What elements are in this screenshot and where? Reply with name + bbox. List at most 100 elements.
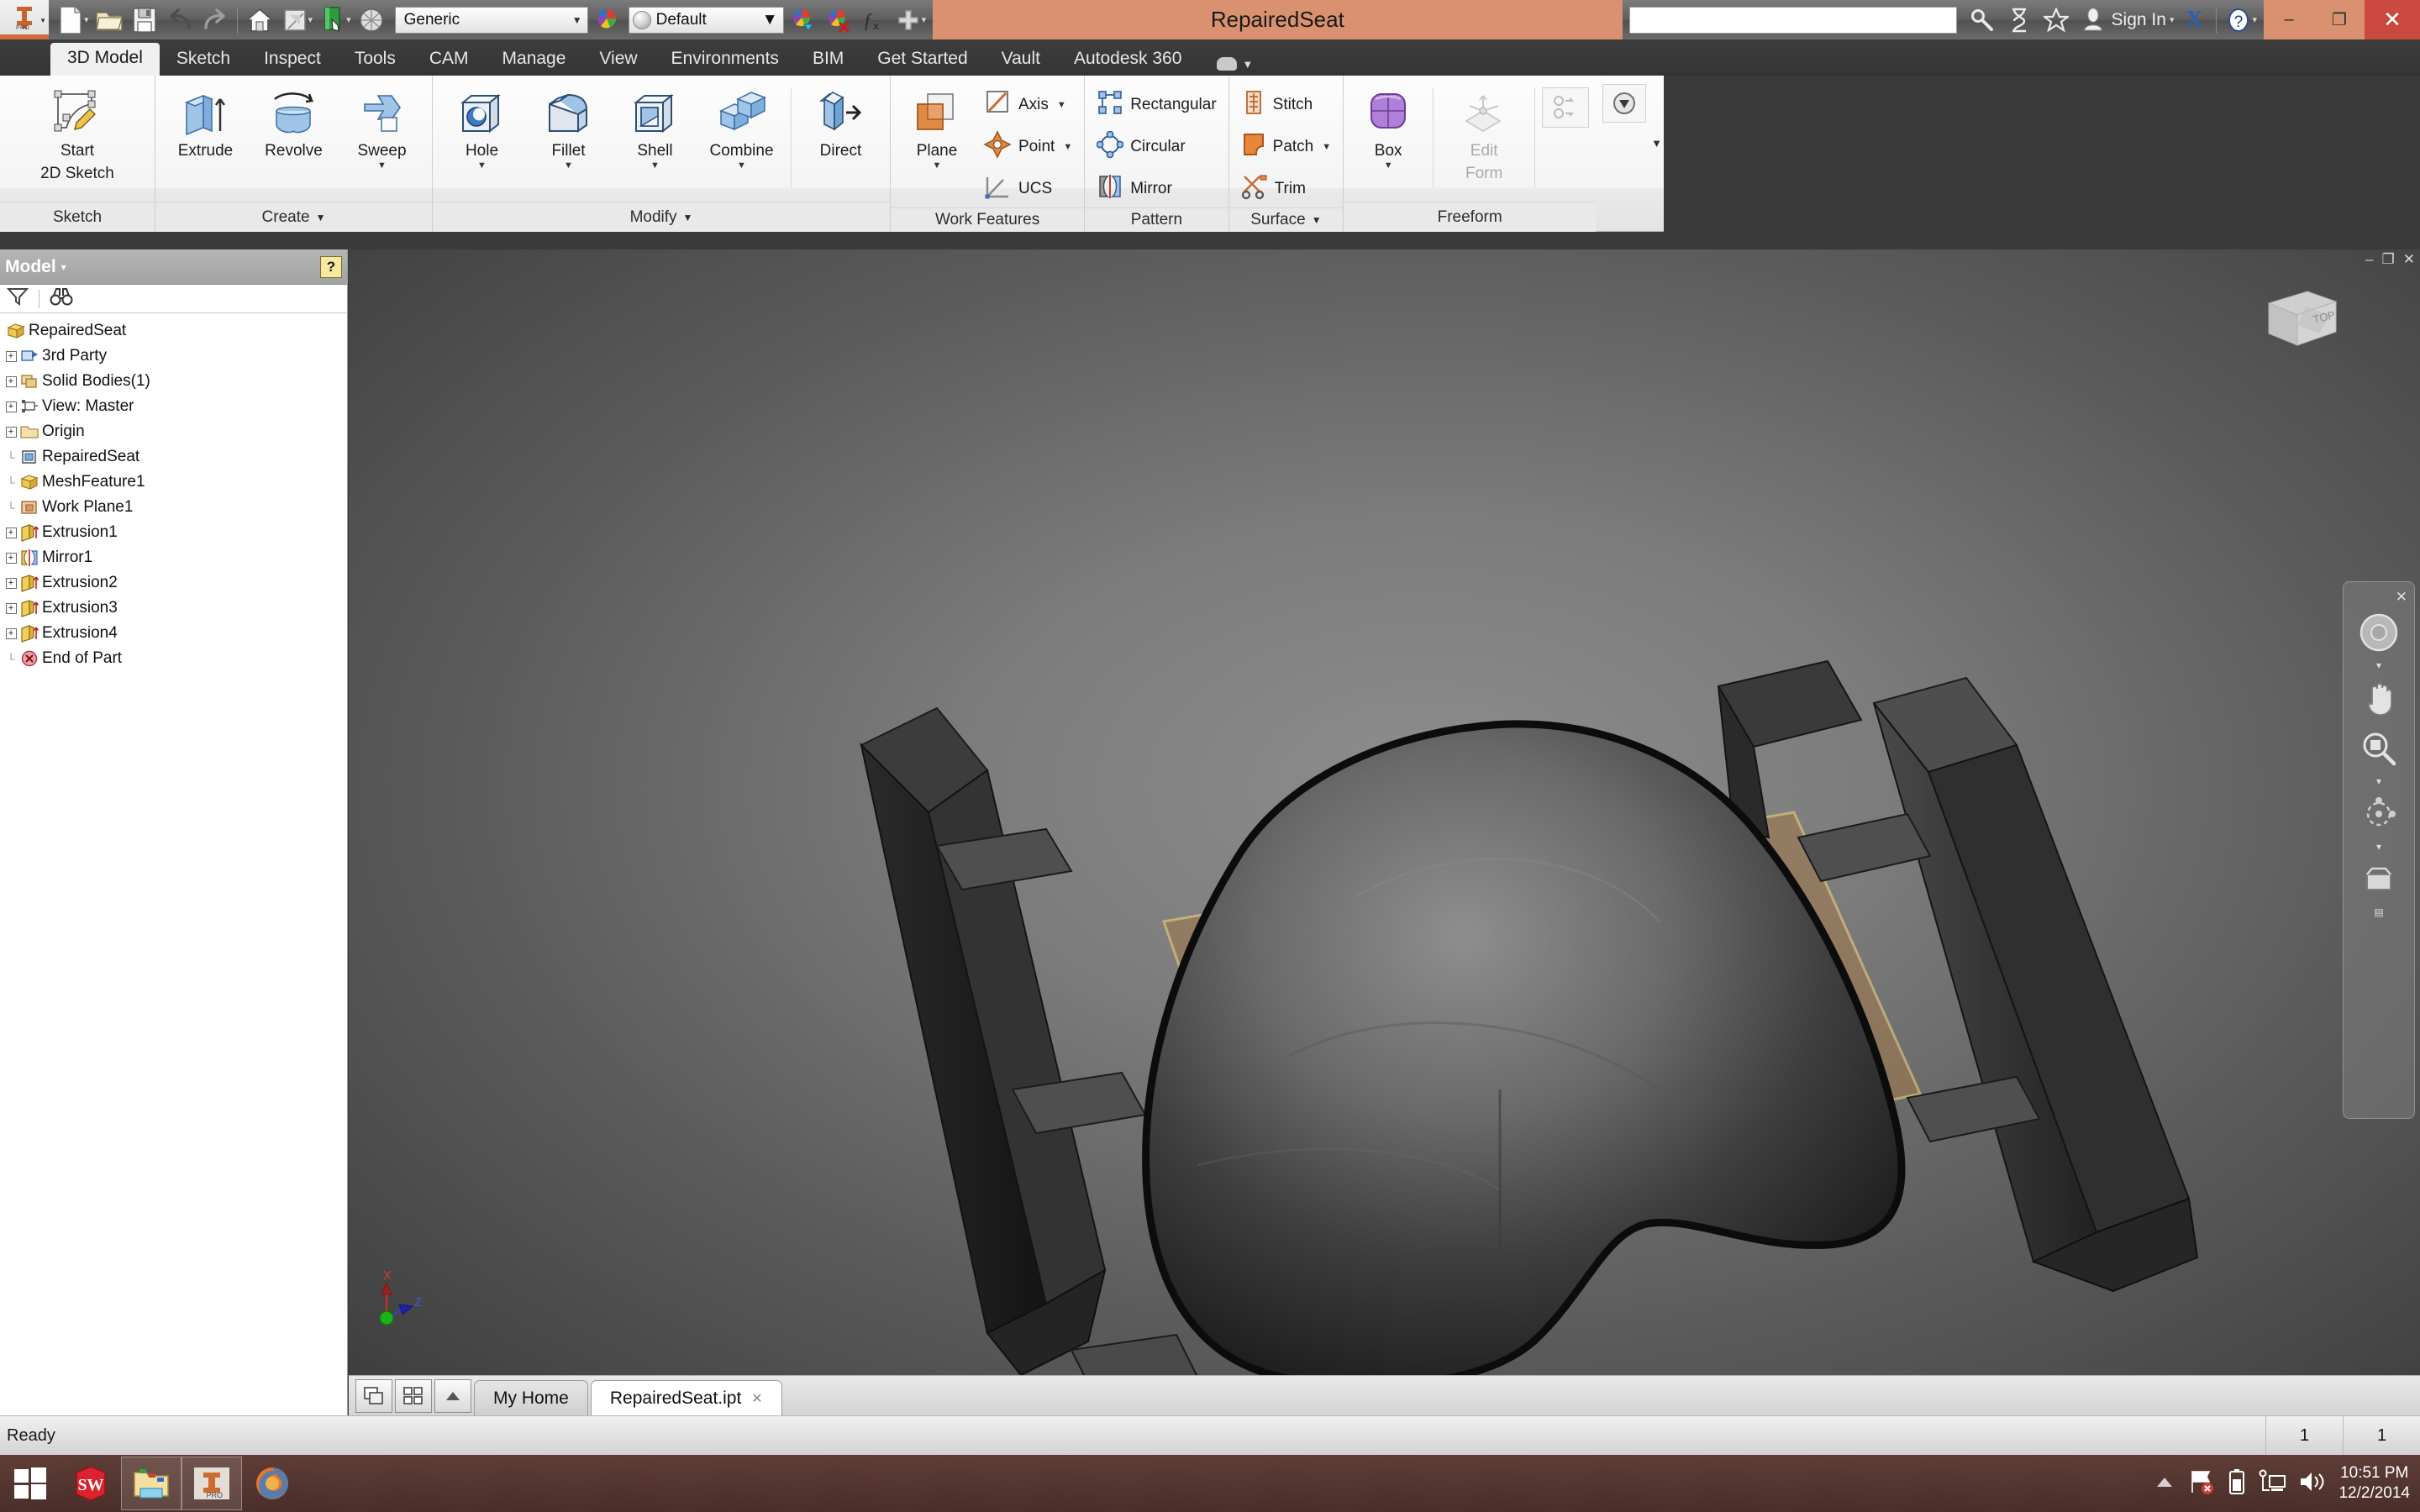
taskbar-clock[interactable]: 10:51 PM 12/2/2014 <box>2338 1463 2410 1504</box>
chevron-down-icon[interactable]: ▼ <box>933 160 942 171</box>
home-button[interactable] <box>243 3 276 37</box>
expand-toggle[interactable]: + <box>3 375 18 387</box>
chevron-down-icon[interactable]: ▼ <box>737 160 746 171</box>
ribbon-tab-vault[interactable]: Vault <box>985 44 1057 76</box>
browser-title-button[interactable]: Model ▾ <box>5 257 66 277</box>
ribbon-tab-autodesk-360[interactable]: Autodesk 360 <box>1057 44 1198 76</box>
expand-toggle[interactable]: + <box>3 627 18 639</box>
tree-item-extrusion1[interactable]: + Extrusion1 <box>3 520 347 545</box>
start-button[interactable] <box>0 1457 60 1510</box>
add-to-toolbar-button[interactable] <box>892 3 925 37</box>
start-2d-sketch-button[interactable]: Start 2D Sketch <box>7 81 148 183</box>
stitch-button[interactable]: Stitch <box>1236 86 1336 123</box>
ribbon-tab-3d-model[interactable]: 3D Model <box>50 43 160 76</box>
file-explorer-taskbar-button[interactable] <box>121 1457 182 1510</box>
undo-button[interactable] <box>163 3 197 37</box>
ribbon-tab-view[interactable]: View <box>582 44 654 76</box>
patch-button[interactable]: Patch ▼ <box>1236 128 1336 165</box>
parameters-button[interactable]: fx <box>856 3 890 37</box>
ribbon-cloud-status[interactable]: ▼ <box>1217 57 1253 76</box>
tree-item-origin[interactable]: + Origin <box>3 419 347 444</box>
edit-form-button[interactable]: Edit Form <box>1440 81 1528 183</box>
trim-button[interactable]: Trim <box>1236 170 1336 207</box>
convert-to-base-feature-button[interactable] <box>1542 87 1590 128</box>
sign-in-label[interactable]: Sign In <box>2112 10 2175 30</box>
ribbon-tab-get-started[interactable]: Get Started <box>860 44 984 76</box>
tree-item-work-plane1[interactable]: └ Work Plane1 <box>3 495 347 520</box>
chevron-down-icon[interactable]: ▼ <box>1057 100 1066 110</box>
tree-item-3rd-party[interactable]: +3rd Party <box>3 344 347 369</box>
direct-edit-button[interactable]: Direct <box>798 81 883 160</box>
ribbon-tab-inspect[interactable]: Inspect <box>247 44 338 76</box>
help-search-button[interactable] <box>2001 3 2038 37</box>
extrude-button[interactable]: Extrude <box>162 81 249 160</box>
sweep-button[interactable]: Sweep ▼ <box>339 81 425 171</box>
ribbon-tab-manage[interactable]: Manage <box>486 44 583 76</box>
help-question-icon[interactable]: ? <box>320 255 342 278</box>
hole-button[interactable]: Hole ▼ <box>439 81 524 171</box>
combine-button[interactable]: Combine ▼ <box>699 81 784 171</box>
ribbon-overflow-button[interactable] <box>1602 84 1647 123</box>
return-button[interactable] <box>278 3 312 37</box>
material-dropdown[interactable]: Generic ▼ <box>394 6 588 34</box>
chevron-down-icon[interactable]: ▼ <box>1384 160 1393 171</box>
tree-item-mirror1[interactable]: + Mirror1 <box>3 545 347 570</box>
chevron-down-icon[interactable]: ▼ <box>650 160 660 171</box>
tile-windows-button[interactable] <box>395 1379 432 1413</box>
chevron-down-icon[interactable]: ▼ <box>1242 58 1253 71</box>
network-button[interactable] <box>2258 1469 2286 1499</box>
ribbon-tab-cam[interactable]: CAM <box>413 44 486 76</box>
search-input[interactable] <box>1628 6 1957 34</box>
tree-item-repairedseat[interactable]: └ RepairedSeat <box>3 444 347 470</box>
ribbon-tab-tools[interactable]: Tools <box>338 44 413 76</box>
account-button[interactable] <box>2075 3 2112 37</box>
chevron-down-icon[interactable]: ▼ <box>477 160 487 171</box>
tree-item-view-master[interactable]: + View: Master <box>3 394 347 419</box>
freeform-box-button[interactable]: Box ▼ <box>1350 81 1426 171</box>
rectangular-pattern-button[interactable]: Rectangular <box>1092 86 1221 123</box>
expand-toggle[interactable]: + <box>3 401 18 412</box>
expand-toggle[interactable]: + <box>3 577 18 589</box>
ribbon-tab-environments[interactable]: Environments <box>655 44 796 76</box>
document-tab-repairedseat[interactable]: RepairedSeat.ipt ✕ <box>590 1380 782 1415</box>
tree-item-repairedseat[interactable]: RepairedSeat <box>3 318 347 344</box>
update-button[interactable] <box>316 3 350 37</box>
tree-item-extrusion4[interactable]: + Extrusion4 <box>3 621 347 646</box>
open-file-button[interactable] <box>92 3 126 37</box>
graphics-viewport[interactable]: – ❐ ✕ TOP ✕ ▾ ▾ ▾ ▤ X Z <box>349 249 2420 1415</box>
chevron-down-icon[interactable]: ▼ <box>1312 214 1322 226</box>
volume-button[interactable] <box>2298 1469 2327 1499</box>
solidworks-taskbar-button[interactable]: SW <box>60 1457 121 1510</box>
tree-item-extrusion3[interactable]: + Extrusion3 <box>3 596 347 621</box>
expand-toggle[interactable]: + <box>3 602 18 614</box>
show-hidden-icons-button[interactable] <box>2154 1473 2175 1495</box>
expand-toggle[interactable]: + <box>3 552 18 564</box>
favorites-button[interactable] <box>2038 3 2075 37</box>
work-point-button[interactable]: Point ▼ <box>978 128 1077 165</box>
expand-toggle[interactable]: + <box>3 350 18 362</box>
work-axis-button[interactable]: Axis ▼ <box>978 86 1077 123</box>
work-plane-button[interactable]: Plane ▼ <box>897 81 976 171</box>
battery-button[interactable] <box>2228 1467 2246 1500</box>
expand-toggle[interactable]: + <box>3 426 18 438</box>
chevron-down-icon[interactable]: ▼ <box>683 212 693 223</box>
exchange-apps-button[interactable]: X <box>2175 3 2212 37</box>
chevron-down-icon[interactable]: ▾ <box>2170 14 2175 25</box>
new-file-button[interactable] <box>54 3 87 37</box>
action-center-button[interactable] <box>2187 1467 2216 1500</box>
document-tab-my-home[interactable]: My Home <box>474 1380 588 1415</box>
expand-toggle[interactable]: + <box>3 527 18 538</box>
appearance-ball-button[interactable] <box>355 3 388 37</box>
circular-pattern-button[interactable]: Circular <box>1092 128 1221 165</box>
tree-item-meshfeature1[interactable]: └ MeshFeature1 <box>3 470 347 495</box>
save-file-button[interactable] <box>128 3 161 37</box>
firefox-taskbar-button[interactable] <box>242 1457 302 1510</box>
tree-item-end-of-part[interactable]: └ End of Part <box>3 646 347 671</box>
tree-item-extrusion2[interactable]: + Extrusion2 <box>3 570 347 596</box>
chevron-down-icon[interactable]: ▼ <box>1651 137 1662 150</box>
scroll-tabs-button[interactable] <box>434 1379 471 1413</box>
cascade-windows-button[interactable] <box>355 1379 392 1413</box>
chevron-down-icon[interactable]: ▼ <box>377 160 387 171</box>
minimize-button[interactable]: – <box>2264 0 2314 39</box>
chevron-down-icon[interactable]: ▼ <box>316 212 326 223</box>
